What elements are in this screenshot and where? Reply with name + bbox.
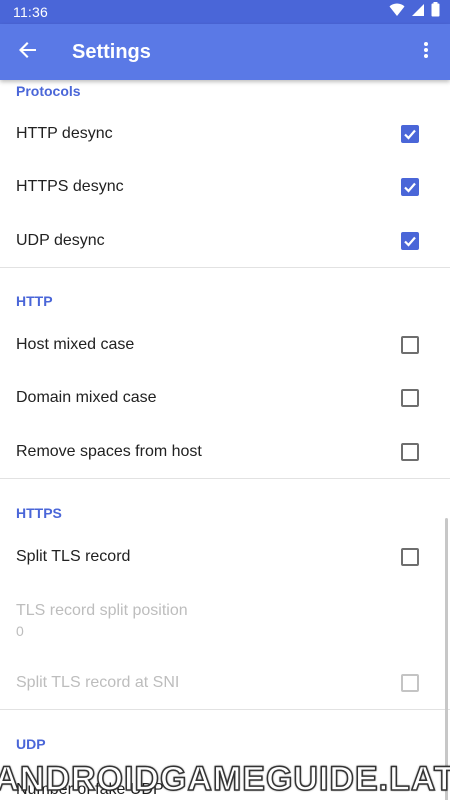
checkbox-udp-desync[interactable] (401, 231, 419, 250)
category-protocols: Protocols (16, 83, 81, 99)
signal-icon (411, 3, 425, 22)
checkbox-split-tls-record-at-sni (401, 673, 419, 692)
back-button[interactable] (0, 24, 56, 80)
pref-label: HTTP desync (16, 124, 113, 142)
arrow-back-icon (19, 41, 37, 64)
pref-summary: 0 (16, 623, 24, 639)
pref-label: Split TLS record at SNI (16, 673, 180, 691)
pref-label: TLS record split position (16, 602, 188, 619)
category-udp: UDP (16, 736, 46, 752)
watermark: ANDROIDGAMEGUIDE.LAT (0, 758, 450, 800)
divider (0, 267, 450, 268)
pref-host-mixed-case[interactable]: Host mixed case (0, 318, 450, 371)
pref-label: HTTPS desync (16, 177, 124, 195)
checkbox-split-tls-record[interactable] (401, 547, 419, 566)
pref-http-desync[interactable]: HTTP desync (0, 107, 450, 160)
pref-udp-desync[interactable]: UDP desync (0, 214, 450, 267)
pref-label: Host mixed case (16, 335, 135, 353)
pref-label: Domain mixed case (16, 388, 157, 406)
more-vert-icon (424, 41, 428, 63)
pref-split-tls-record-at-sni: Split TLS record at SNI (0, 656, 450, 709)
category-http: HTTP (16, 293, 53, 309)
checkbox-host-mixed-case[interactable] (401, 335, 419, 354)
more-options-button[interactable] (402, 24, 450, 80)
divider (0, 478, 450, 479)
watermark-text: ANDROIDGAMEGUIDE.LAT (0, 759, 450, 799)
pref-remove-spaces-from-host[interactable]: Remove spaces from host (0, 425, 450, 478)
pref-tls-record-split-position: TLS record split position 0 (0, 590, 450, 650)
pref-domain-mixed-case[interactable]: Domain mixed case (0, 371, 450, 424)
checkbox-remove-spaces-from-host[interactable] (401, 442, 419, 461)
pref-label: Split TLS record (16, 547, 131, 565)
status-bar: 11:36 (0, 0, 450, 24)
checkbox-https-desync[interactable] (401, 177, 419, 196)
settings-list[interactable]: Protocols HTTP desync HTTPS desync UDP d… (0, 80, 450, 800)
status-time: 11:36 (13, 4, 48, 20)
category-https: HTTPS (16, 505, 62, 521)
checkbox-http-desync[interactable] (401, 124, 419, 143)
battery-icon (431, 2, 440, 22)
divider (0, 709, 450, 710)
pref-split-tls-record[interactable]: Split TLS record (0, 530, 450, 583)
app-bar: Settings (0, 24, 450, 80)
pref-label: UDP desync (16, 231, 105, 249)
pref-label: Remove spaces from host (16, 442, 202, 460)
pref-https-desync[interactable]: HTTPS desync (0, 160, 450, 213)
status-icons (389, 2, 440, 22)
wifi-icon (389, 3, 405, 22)
checkbox-domain-mixed-case[interactable] (401, 388, 419, 407)
page-title: Settings (72, 40, 151, 63)
